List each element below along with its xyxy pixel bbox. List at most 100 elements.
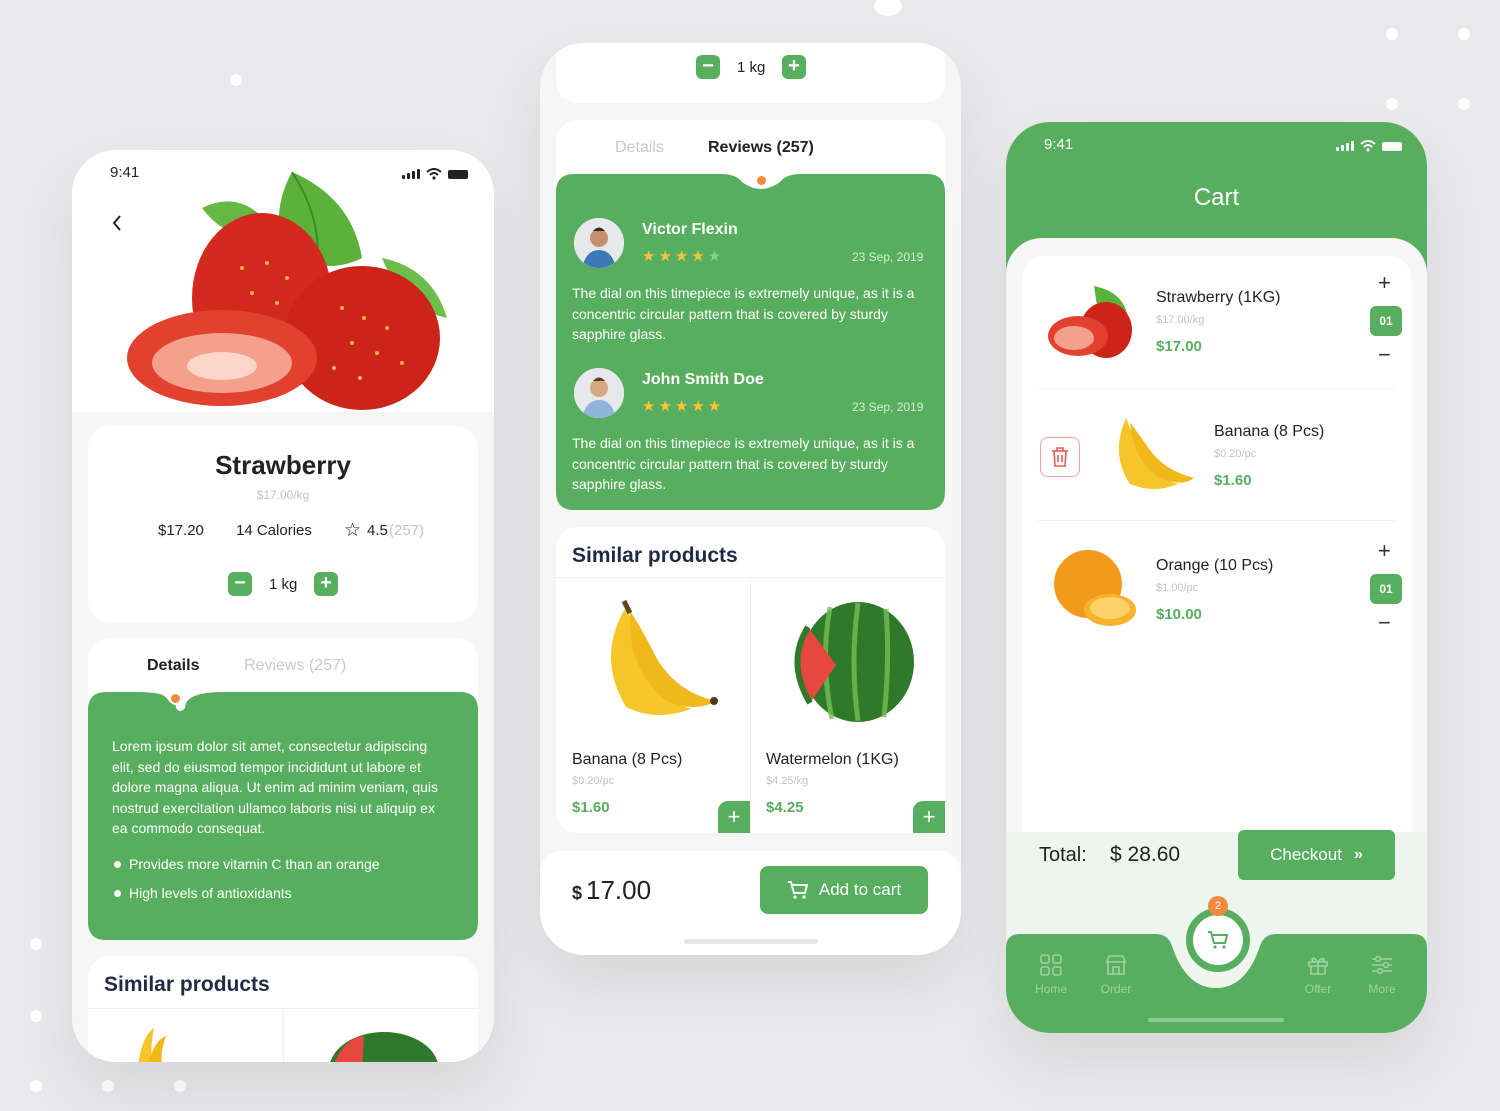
item-count: 01 bbox=[1370, 574, 1402, 604]
nav-order[interactable]: Order bbox=[1086, 954, 1146, 996]
grid-icon bbox=[1040, 954, 1062, 976]
increase-button[interactable]: + bbox=[1378, 538, 1391, 564]
review-text: The dial on this timepiece is extremely … bbox=[572, 285, 915, 342]
rating-stars: ★★★★★ bbox=[642, 398, 725, 415]
quantity-value: 1 kg bbox=[737, 59, 766, 76]
product-unit-price: $0.20/pc bbox=[572, 775, 615, 787]
tab-details[interactable]: Details bbox=[615, 139, 664, 157]
banana-thumbnail bbox=[1118, 418, 1194, 489]
home-indicator bbox=[684, 939, 818, 944]
bullet-item: High levels of antioxidants bbox=[114, 885, 292, 903]
quantity-value: 1 kg bbox=[269, 576, 298, 593]
divider bbox=[1038, 520, 1395, 521]
cart-item-unit-price: $0.20/pc bbox=[1214, 448, 1257, 460]
wifi-icon bbox=[1360, 140, 1376, 152]
increase-quantity-button[interactable]: + bbox=[314, 572, 338, 596]
decor-dot bbox=[874, 0, 902, 16]
decor-dot bbox=[1386, 28, 1398, 40]
decor-dot bbox=[30, 938, 42, 950]
battery-icon bbox=[1382, 141, 1402, 151]
total-currency: $ bbox=[572, 883, 583, 903]
similar-products-card: Similar products bbox=[88, 956, 478, 1062]
cart-item-name: Orange (10 Pcs) bbox=[1156, 557, 1274, 574]
review-date: 23 Sep, 2019 bbox=[852, 400, 924, 414]
nav-home[interactable]: Home bbox=[1021, 954, 1081, 996]
similar-products-title: Similar products bbox=[572, 544, 738, 567]
status-time: 9:41 bbox=[1044, 136, 1074, 153]
checkout-label: Checkout bbox=[1270, 845, 1342, 864]
nav-order-label: Order bbox=[1100, 982, 1132, 996]
cart-item-name: Banana (8 Pcs) bbox=[1214, 423, 1325, 440]
tab-reviews[interactable]: Reviews (257) bbox=[708, 139, 814, 157]
signal-icon bbox=[1336, 141, 1354, 151]
product-price: $1.60 bbox=[572, 799, 610, 816]
bullet-item: Provides more vitamin C than an orange bbox=[114, 856, 380, 874]
avatar bbox=[574, 368, 624, 418]
nav-more-label: More bbox=[1368, 982, 1396, 996]
watermelon-image bbox=[794, 602, 914, 722]
decrease-button[interactable]: − bbox=[1378, 342, 1391, 368]
cart-item-name: Strawberry (1KG) bbox=[1156, 289, 1281, 306]
cart-items-card: Strawberry (1KG) $17.00/kg $17.00 + 01 −… bbox=[1022, 256, 1411, 832]
decrease-quantity-button[interactable]: − bbox=[228, 572, 252, 596]
home-indicator bbox=[1148, 1018, 1284, 1022]
status-icons bbox=[1336, 140, 1402, 152]
increase-button[interactable]: + bbox=[1378, 270, 1391, 296]
product-name: Strawberry bbox=[215, 450, 351, 480]
decor-dot bbox=[30, 1010, 42, 1022]
avatar bbox=[574, 218, 624, 268]
item-count: 01 bbox=[1370, 306, 1402, 336]
product-unit-price: $17.00/kg bbox=[256, 488, 310, 502]
product-name: Banana (8 Pcs) bbox=[572, 751, 683, 768]
decrease-button[interactable]: − bbox=[1378, 610, 1391, 636]
product-calories: 14 Calories bbox=[236, 522, 312, 539]
reviews-screen: − 1 kg + Details Reviews (257) Victor Fl… bbox=[540, 43, 961, 955]
checkout-button[interactable]: Checkout » bbox=[1238, 830, 1395, 880]
nav-home-label: Home bbox=[1034, 982, 1067, 996]
cart-item-price: $10.00 bbox=[1156, 606, 1202, 623]
watermelon-image bbox=[330, 1032, 438, 1062]
strawberry-thumbnail bbox=[1048, 286, 1132, 358]
sliders-icon bbox=[1372, 955, 1392, 975]
increase-quantity-button[interactable]: + bbox=[782, 55, 806, 79]
total-label: Total: bbox=[1039, 844, 1087, 866]
add-product-button[interactable]: + bbox=[718, 801, 750, 833]
review-text: The dial on this timepiece is extremely … bbox=[572, 435, 915, 492]
tab-details[interactable]: Details bbox=[147, 657, 199, 675]
divider bbox=[1038, 388, 1395, 389]
product-price: $17.20 bbox=[158, 522, 204, 539]
bottom-bar: $ 17.00 Add to cart bbox=[540, 851, 961, 955]
decor-dot bbox=[1386, 98, 1398, 110]
delete-button[interactable] bbox=[1040, 437, 1080, 477]
similar-products-card: Similar products Banana (8 Pcs) $0.20/pc… bbox=[556, 527, 945, 833]
similar-products-title: Similar products bbox=[104, 973, 270, 996]
review-date: 23 Sep, 2019 bbox=[852, 250, 924, 264]
tab-reviews[interactable]: Reviews (257) bbox=[244, 657, 346, 675]
banana-image bbox=[611, 599, 718, 716]
cart-item-price: $17.00 bbox=[1156, 338, 1202, 355]
cart-icon bbox=[1208, 931, 1229, 949]
total-amount: 17.00 bbox=[586, 875, 652, 905]
quantity-card: − 1 kg + bbox=[556, 43, 945, 103]
strawberry-image bbox=[127, 171, 447, 410]
nav-more[interactable]: More bbox=[1352, 954, 1412, 996]
reviewer-name: John Smith Doe bbox=[642, 371, 764, 388]
add-product-button[interactable]: + bbox=[913, 801, 945, 833]
product-review-count: (257) bbox=[389, 522, 425, 539]
decor-dot bbox=[30, 1080, 42, 1092]
gift-icon bbox=[1308, 957, 1328, 975]
reviewer-name: Victor Flexin bbox=[642, 221, 738, 238]
add-to-cart-button[interactable]: Add to cart bbox=[760, 866, 928, 914]
cart-icon bbox=[787, 881, 809, 899]
store-icon bbox=[1105, 955, 1127, 975]
total-value: $ 28.60 bbox=[1110, 843, 1181, 866]
product-price: $4.25 bbox=[766, 799, 804, 816]
orange-thumbnail bbox=[1054, 550, 1136, 626]
tab-indicator bbox=[171, 694, 180, 703]
nav-offer[interactable]: Offer bbox=[1288, 954, 1348, 996]
tab-indicator bbox=[757, 176, 766, 185]
reviews-card: Details Reviews (257) Victor Flexin ★★★★… bbox=[556, 120, 945, 510]
add-to-cart-label: Add to cart bbox=[818, 880, 902, 899]
cart-item-unit-price: $17.00/kg bbox=[1156, 314, 1205, 326]
decrease-quantity-button[interactable]: − bbox=[696, 55, 720, 79]
